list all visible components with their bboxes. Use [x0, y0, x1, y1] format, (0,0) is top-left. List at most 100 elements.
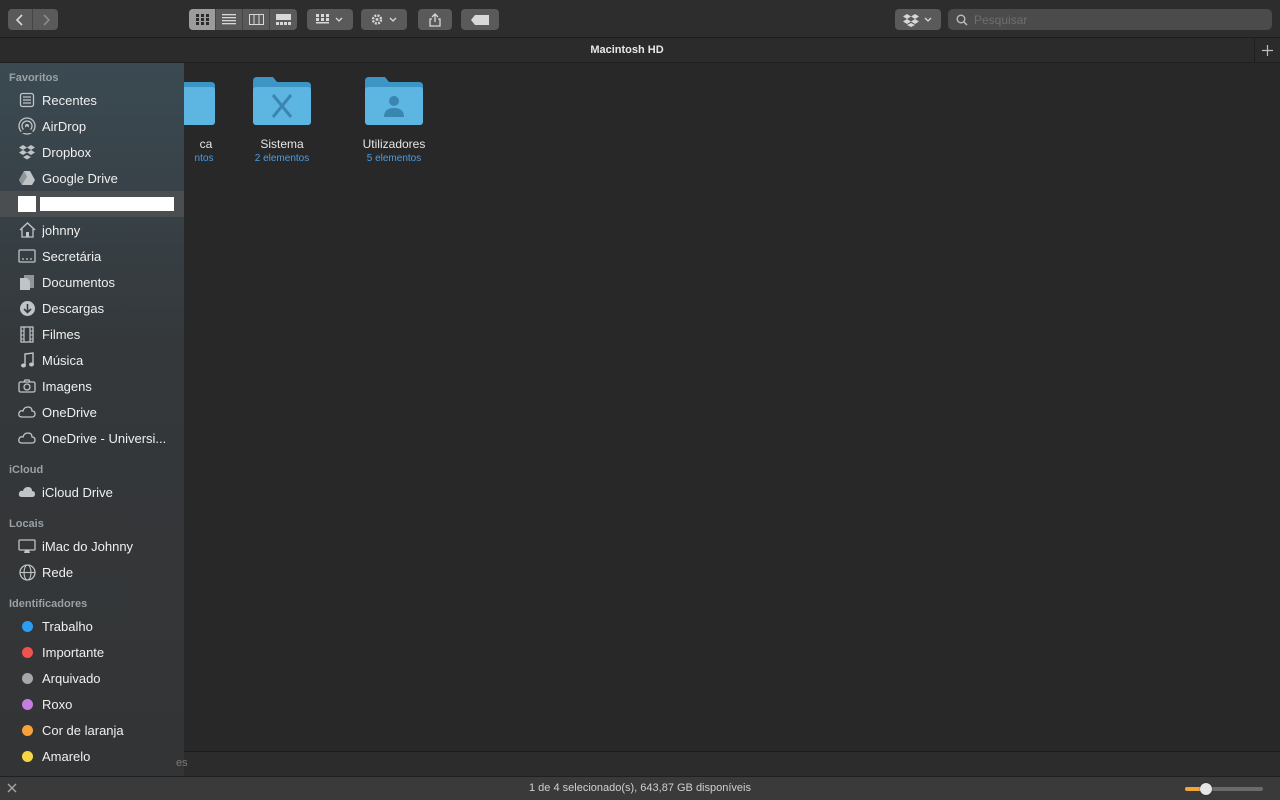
documents-icon: [17, 273, 37, 291]
share-button[interactable]: [418, 9, 452, 30]
file-area[interactable]: ca ntos Sistema 2 elementos Utilizadores…: [0, 63, 1280, 751]
cloud-icon: [17, 429, 37, 447]
imac-icon: [17, 537, 37, 555]
sidebar-item-dropbox[interactable]: Dropbox: [0, 139, 184, 165]
dropbox-button[interactable]: [895, 9, 941, 30]
tag-color-dot: [21, 724, 33, 736]
sidebar-item-recentes[interactable]: Recentes: [0, 87, 184, 113]
tag-color-dot: [21, 620, 33, 632]
view-icons-button[interactable]: [189, 9, 216, 30]
action-button[interactable]: [361, 9, 407, 30]
view-columns-button[interactable]: [243, 9, 270, 30]
sidebar-item-onedrive[interactable]: OneDrive: [0, 399, 184, 425]
sidebar-item-airdrop[interactable]: AirDrop: [0, 113, 184, 139]
sidebar-item-label: Imagens: [42, 378, 92, 394]
share-icon: [429, 12, 441, 27]
list-icon: [222, 14, 236, 25]
home-icon: [17, 221, 37, 239]
file-name: Sistema: [260, 137, 304, 151]
sidebar-tag-roxo[interactable]: Roxo: [0, 691, 184, 717]
sidebar-item-musica[interactable]: Música: [0, 347, 184, 373]
sidebar-item-label: OneDrive: [42, 404, 97, 420]
sidebar-tag-cor-de-laranja[interactable]: Cor de laranja: [0, 717, 184, 743]
sidebar-item-rede[interactable]: Rede: [0, 559, 184, 585]
sidebar-item-label: Música: [42, 352, 84, 368]
finder-window: Macintosh HD ca ntos Sistema 2 elementos…: [0, 0, 1280, 800]
sidebar-item-label: Google Drive: [42, 170, 118, 186]
chevron-right-icon: [42, 13, 50, 26]
toolbar: [0, 0, 1280, 38]
grid-icon: [195, 14, 209, 25]
sidebar-item-johnny[interactable]: johnny: [0, 217, 184, 243]
sidebar-item-imagens[interactable]: Imagens: [0, 373, 184, 399]
file-item-utilizadores[interactable]: Utilizadores 5 elementos: [338, 75, 450, 164]
file-item-sistema[interactable]: Sistema 2 elementos: [226, 75, 338, 164]
system-folder-icon: [253, 77, 311, 125]
sidebar-item-label: iMac do Johnny: [42, 538, 134, 554]
gallery-icon: [276, 14, 291, 25]
file-count: 2 elementos: [254, 153, 310, 164]
sidebar-item-label: Rede: [42, 564, 74, 580]
window-title: Macintosh HD: [590, 44, 664, 56]
sidebar-item-label: AirDrop: [42, 118, 87, 134]
file-name: Utilizadores: [362, 137, 426, 151]
sidebar-item-label: Importante: [42, 644, 105, 660]
search-field[interactable]: [948, 9, 1272, 30]
sidebar-item-onedrive-universidade[interactable]: OneDrive - Universi...: [0, 425, 184, 451]
redacted-label: [40, 197, 174, 211]
status-text: 1 de 4 selecionado(s), 643,87 GB disponí…: [529, 782, 751, 794]
sidebar-item-label: Trabalho: [42, 618, 93, 634]
view-gallery-button[interactable]: [270, 9, 297, 30]
sidebar-item-label: Filmes: [42, 326, 81, 342]
sidebar-item-label: iCloud Drive: [42, 484, 113, 500]
sidebar-item-label: Roxo: [42, 696, 73, 712]
sidebar: Favoritos Recentes AirDrop Dropbox Googl…: [0, 63, 184, 776]
sidebar-item-secretaria[interactable]: Secretária: [0, 243, 184, 269]
path-bar: es: [176, 751, 1280, 776]
recents-icon: [17, 91, 37, 109]
sidebar-item-label: Documentos: [42, 274, 115, 290]
view-mode-control: [189, 9, 297, 30]
nav-buttons: [8, 9, 58, 30]
chevron-left-icon: [15, 13, 23, 26]
slider-knob[interactable]: [1200, 783, 1213, 795]
search-input[interactable]: [974, 12, 1254, 27]
sidebar-item-descargas[interactable]: Descargas: [0, 295, 184, 321]
tag-color-dot: [21, 646, 33, 658]
group-by-button[interactable]: [307, 9, 353, 30]
sidebar-item-documentos[interactable]: Documentos: [0, 269, 184, 295]
sidebar-tag-amarelo[interactable]: Amarelo: [0, 743, 184, 769]
sidebar-tag-importante[interactable]: Importante: [0, 639, 184, 665]
sidebar-tag-arquivado[interactable]: Arquivado: [0, 665, 184, 691]
forward-button[interactable]: [33, 9, 58, 30]
sidebar-item-filmes[interactable]: Filmes: [0, 321, 184, 347]
tag-color-dot: [21, 698, 33, 710]
sidebar-item-label: johnny: [42, 222, 81, 238]
sidebar-item-imac[interactable]: iMac do Johnny: [0, 533, 184, 559]
tag-icon: [471, 14, 489, 25]
sidebar-section-favoritos: Favoritos: [9, 72, 59, 84]
tag-dot-icon: [17, 747, 37, 765]
icon-size-slider[interactable]: [1185, 783, 1263, 795]
sidebar-item-icloud-drive[interactable]: iCloud Drive: [0, 479, 184, 505]
sidebar-item-google-drive[interactable]: Google Drive: [0, 165, 184, 191]
new-tab-button[interactable]: [1254, 38, 1280, 63]
sidebar-tag-trabalho[interactable]: Trabalho: [0, 613, 184, 639]
dropbox-icon: [17, 143, 37, 161]
sidebar-item-label: Amarelo: [42, 748, 91, 764]
view-list-button[interactable]: [216, 9, 243, 30]
sidebar-item-label: Secretária: [42, 248, 102, 264]
status-bar: 1 de 4 selecionado(s), 643,87 GB disponí…: [0, 776, 1280, 800]
camera-icon: [17, 377, 37, 395]
plus-icon: [1262, 45, 1273, 56]
tag-dot-icon: [17, 695, 37, 713]
tag-dot-icon: [17, 669, 37, 687]
dropbox-icon: [903, 13, 932, 27]
airdrop-icon: [17, 117, 37, 135]
back-button[interactable]: [8, 9, 33, 30]
tags-button[interactable]: [461, 9, 499, 30]
music-note-icon: [17, 351, 37, 369]
file-count: 5 elementos: [366, 153, 422, 164]
path-bar-text: es: [176, 757, 188, 769]
sidebar-section-icloud: iCloud: [9, 464, 44, 476]
